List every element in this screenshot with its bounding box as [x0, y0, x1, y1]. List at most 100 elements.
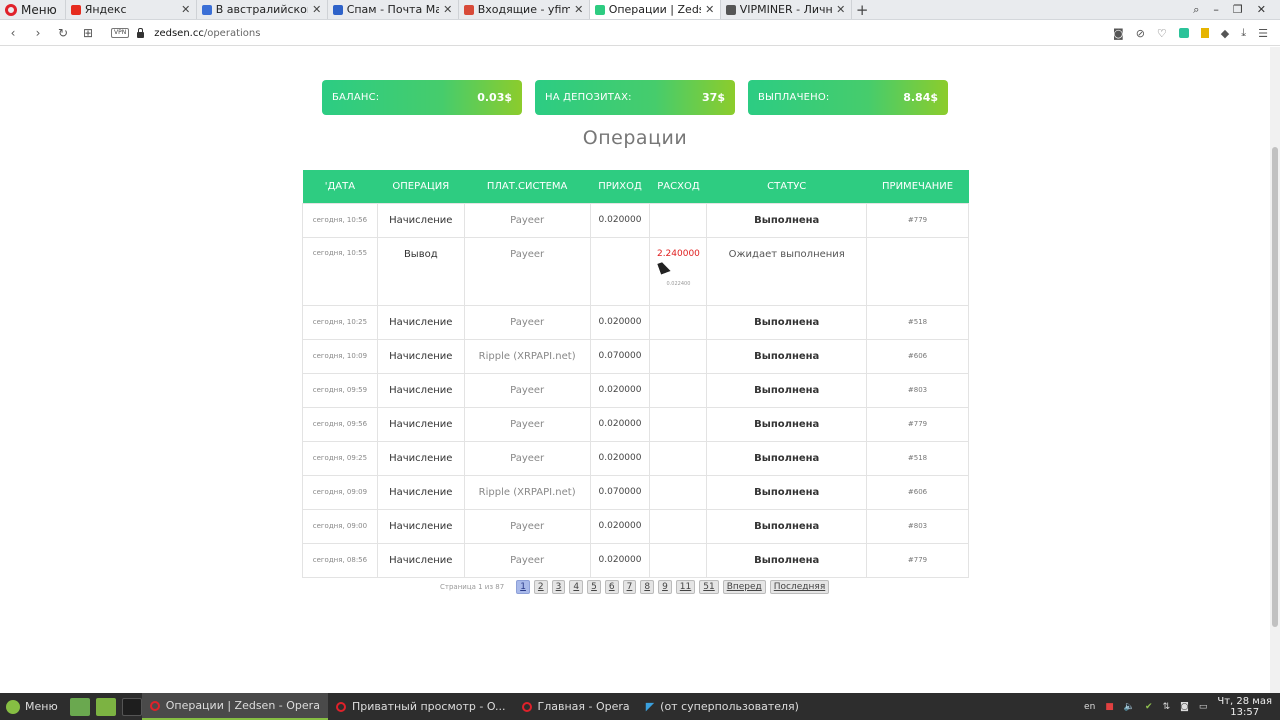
cell-operation: Начисление — [376, 202, 465, 238]
taskbar-window-main[interactable]: Главная - Opera — [514, 693, 638, 720]
cell-system: Ripple (XRPAPI.net) — [463, 338, 591, 374]
balance-value: 0.03$ — [477, 91, 512, 104]
page-link[interactable]: 3 — [551, 580, 566, 594]
page-link[interactable]: 4 — [569, 580, 584, 594]
page-link[interactable]: 8 — [640, 580, 655, 594]
keyboard-layout[interactable]: en — [1084, 702, 1095, 712]
cell-status: Выполнена — [706, 508, 868, 544]
table-row: сегодня, 10:09 Начисление Ripple (XRPAPI… — [302, 338, 969, 374]
lock-icon[interactable] — [137, 28, 145, 38]
minimize-window-icon[interactable]: – — [1213, 3, 1219, 16]
taskbar-window-root[interactable]: ◤ (от суперпользователя) — [638, 693, 807, 720]
tab-close-icon[interactable]: ✕ — [181, 3, 191, 16]
tab-close-icon[interactable]: ✕ — [705, 3, 715, 16]
next-page-link[interactable]: Вперед — [722, 580, 766, 594]
update-shield-icon[interactable]: ✔ — [1145, 702, 1153, 712]
download-icon[interactable]: ⤓ — [1241, 26, 1246, 40]
tab-close-icon[interactable]: ✕ — [443, 3, 453, 16]
adblock-icon[interactable]: ◆ — [1221, 27, 1229, 40]
table-row: сегодня, 09:56 Начисление Payeer 0.02000… — [302, 406, 969, 442]
tab-close-icon[interactable]: ✕ — [574, 3, 584, 16]
clock[interactable]: Чт, 28 мая 13:57 — [1217, 696, 1272, 718]
opera-icon — [149, 700, 160, 711]
browser-tab[interactable]: Яндекс ✕ — [64, 0, 196, 19]
back-icon[interactable]: ‹ — [8, 26, 18, 40]
opera-icon — [521, 701, 532, 712]
tab-favicon-icon — [332, 4, 343, 15]
speed-dial-icon[interactable]: ⊞ — [83, 26, 93, 40]
column-header-system: ПЛАТ.СИСТЕМА — [464, 170, 591, 203]
cell-expense — [649, 202, 708, 238]
page-link[interactable]: 5 — [587, 580, 601, 594]
block-icon[interactable]: ⊘ — [1136, 27, 1145, 40]
page-link[interactable]: 11 — [675, 580, 696, 594]
extension-yellow-icon[interactable] — [1200, 28, 1209, 38]
camera-icon[interactable]: ◙ — [1113, 27, 1124, 40]
new-tab-button[interactable]: + — [850, 0, 873, 19]
cell-income: 0.020000 — [589, 372, 651, 408]
taskbar-window-private[interactable]: Приватный просмотр - O... — [328, 693, 514, 720]
table-row: сегодня, 10:25 Начисление Payeer 0.02000… — [302, 304, 969, 340]
cell-status: Выполнена — [706, 406, 868, 442]
page-link[interactable]: 51 — [699, 580, 719, 594]
url-field[interactable]: zedsen.cc/operations — [154, 28, 260, 39]
tray-app-icon[interactable]: ■ — [1105, 702, 1114, 712]
cell-note: #803 — [866, 372, 969, 408]
pagination: Страница 1 из 87 1 2 3 4 5 6 7 8 9 11 51… — [440, 580, 830, 594]
cell-note: #518 — [866, 440, 969, 476]
table-row: сегодня, 09:59 Начисление Payeer 0.02000… — [302, 372, 969, 408]
paid-card: ВЫПЛАЧЕНО: 8.84$ — [748, 80, 948, 115]
reload-icon[interactable]: ↻ — [58, 26, 68, 40]
vpn-badge[interactable]: VPN — [111, 28, 130, 38]
scrollbar-thumb[interactable] — [1272, 147, 1278, 627]
mint-logo-icon — [6, 699, 20, 714]
forward-icon[interactable]: › — [33, 26, 43, 40]
tab-title: VIPMINER - Личный — [739, 3, 832, 16]
browser-tab[interactable]: В австралийском г ✕ — [195, 0, 327, 19]
network-icon[interactable]: ⇅ — [1163, 702, 1171, 712]
extension-green-icon[interactable] — [1178, 28, 1189, 38]
restore-window-icon[interactable]: ❐ — [1233, 3, 1243, 16]
tab-favicon-icon — [70, 4, 81, 15]
show-desktop-icon[interactable] — [69, 697, 90, 716]
cell-note: #518 — [866, 304, 969, 340]
opera-menu-button[interactable]: Меню — [0, 0, 65, 19]
page-link[interactable]: 6 — [604, 580, 619, 594]
tab-close-icon[interactable]: ✕ — [312, 3, 322, 16]
cell-date: сегодня, 10:56 — [302, 202, 378, 238]
browser-tab-active[interactable]: Операции | Zedsen ✕ — [588, 0, 720, 19]
balance-label: БАЛАНС: — [332, 92, 380, 103]
start-menu-button[interactable]: Меню — [0, 699, 64, 714]
easy-setup-icon[interactable]: ☰ — [1258, 27, 1268, 40]
file-manager-icon[interactable] — [95, 697, 116, 716]
browser-tab[interactable]: Спам - Почта Mail.r ✕ — [326, 0, 458, 19]
search-tabs-icon[interactable]: ⌕ — [1193, 3, 1199, 17]
cell-operation: Начисление — [376, 542, 465, 578]
taskbar-window-opera-zedsen[interactable]: Операции | Zedsen - Opera — [141, 693, 328, 720]
table-row: сегодня, 08:56 Начисление Payeer 0.02000… — [302, 542, 969, 578]
terminal-icon[interactable] — [121, 697, 142, 716]
os-taskbar: Меню Операции | Zedsen - Opera Приватный… — [0, 693, 1280, 720]
tab-close-icon[interactable]: ✕ — [836, 3, 846, 16]
close-window-icon[interactable]: ✕ — [1257, 3, 1266, 16]
page-link[interactable]: 7 — [622, 580, 637, 594]
page-link-current[interactable]: 1 — [516, 580, 530, 594]
last-page-link[interactable]: Последняя — [769, 580, 830, 594]
cell-operation: Начисление — [376, 338, 465, 374]
battery-icon[interactable]: ▭ — [1199, 702, 1208, 712]
cell-note — [866, 236, 969, 306]
expense-fee: 0.022400 — [666, 280, 691, 287]
page-link[interactable]: 2 — [533, 580, 548, 594]
cell-date: сегодня, 09:56 — [302, 406, 378, 442]
screenshot-icon[interactable]: ◙ — [1180, 702, 1189, 712]
cell-income: 0.020000 — [589, 440, 651, 476]
column-header-status: СТАТУС — [706, 170, 867, 203]
cell-expense — [649, 304, 708, 340]
page-link[interactable]: 9 — [658, 580, 672, 594]
cell-income: 0.020000 — [589, 406, 651, 442]
browser-tab[interactable]: VIPMINER - Личный ✕ — [719, 0, 851, 19]
heart-icon[interactable]: ♡ — [1157, 27, 1167, 40]
page-scrollbar[interactable] — [1270, 47, 1280, 693]
volume-icon[interactable]: 🔈 — [1124, 702, 1135, 712]
browser-tab[interactable]: Входящие - yfimkin ✕ — [457, 0, 589, 19]
